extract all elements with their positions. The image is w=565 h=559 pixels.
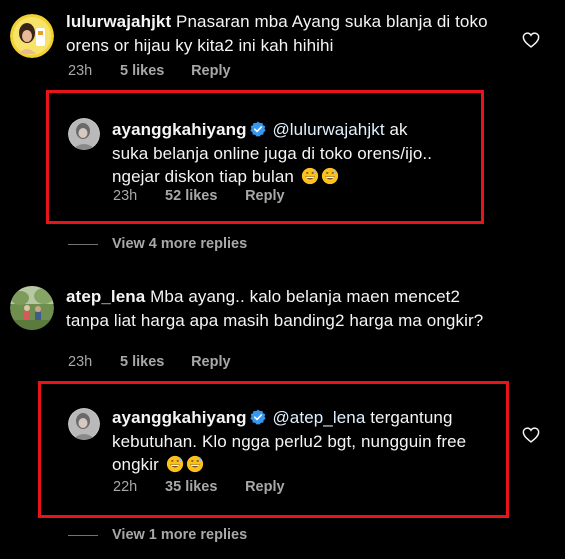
reply-mention[interactable]: @lulurwajahjkt	[272, 120, 384, 139]
comment-text: atep_lena Mba ayang.. kalo belanja maen …	[66, 285, 506, 332]
reply-time: 22h	[113, 479, 138, 495]
reply-ayanggkahiyang: ayanggkahiyang @lulurwajahjkt ak suka be…	[0, 90, 565, 224]
reply-meta: 23h 52 likes Reply	[113, 188, 285, 204]
grinning-sweat-emoji	[186, 455, 203, 473]
reply-meta: 22h 35 likes Reply	[113, 479, 285, 495]
heart-outline-icon[interactable]	[522, 427, 540, 443]
comment-time: 23h	[68, 354, 93, 370]
grinning-sweat-emoji	[321, 167, 338, 185]
reply-button[interactable]: Reply	[191, 354, 231, 370]
reply-likes[interactable]: 35 likes	[165, 479, 241, 495]
comment-likes[interactable]: 5 likes	[120, 354, 187, 370]
comment-likes[interactable]: 5 likes	[120, 63, 187, 79]
divider-line	[68, 243, 98, 245]
reply-mention[interactable]: @atep_lena	[272, 408, 365, 427]
comment-meta: 23h 5 likes Reply	[68, 63, 231, 79]
reply-username[interactable]: ayanggkahiyang	[112, 120, 247, 139]
view-more-label[interactable]: View 1 more replies	[112, 527, 247, 543]
avatar[interactable]	[10, 286, 54, 330]
verified-badge-icon	[250, 121, 266, 137]
view-more-replies[interactable]: View 1 more replies	[68, 527, 247, 543]
reply-text: ayanggkahiyang @atep_lena tergantung keb…	[112, 406, 487, 477]
reply-button[interactable]: Reply	[245, 479, 285, 495]
reply-likes[interactable]: 52 likes	[165, 188, 241, 204]
reply-username[interactable]: ayanggkahiyang	[112, 408, 247, 427]
avatar[interactable]	[10, 14, 54, 58]
reply-ayanggkahiyang: ayanggkahiyang @atep_lena tergantung keb…	[0, 381, 565, 518]
comment-time: 23h	[68, 63, 93, 79]
comment-atep-lena: atep_lena Mba ayang.. kalo belanja maen …	[0, 280, 565, 380]
comment-text: lulurwajahjkt Pnasaran mba Ayang suka bl…	[66, 10, 506, 57]
verified-badge-icon	[250, 409, 266, 425]
reply-button[interactable]: Reply	[245, 188, 285, 204]
avatar[interactable]	[68, 408, 100, 440]
comment-username[interactable]: lulurwajahjkt	[66, 12, 171, 31]
reply-button[interactable]: Reply	[191, 63, 231, 79]
heart-outline-icon[interactable]	[522, 32, 540, 48]
comment-lulurwajahjkt: lulurwajahjkt Pnasaran mba Ayang suka bl…	[0, 0, 565, 90]
grinning-sweat-emoji	[301, 167, 318, 185]
divider-line	[68, 534, 98, 536]
reply-text: ayanggkahiyang @lulurwajahjkt ak suka be…	[112, 118, 447, 189]
view-more-replies[interactable]: View 4 more replies	[68, 236, 247, 252]
comment-meta: 23h 5 likes Reply	[68, 354, 231, 370]
view-more-label[interactable]: View 4 more replies	[112, 236, 247, 252]
comment-username[interactable]: atep_lena	[66, 287, 145, 306]
avatar[interactable]	[68, 118, 100, 150]
grinning-sweat-emoji	[166, 455, 183, 473]
reply-time: 23h	[113, 188, 138, 204]
